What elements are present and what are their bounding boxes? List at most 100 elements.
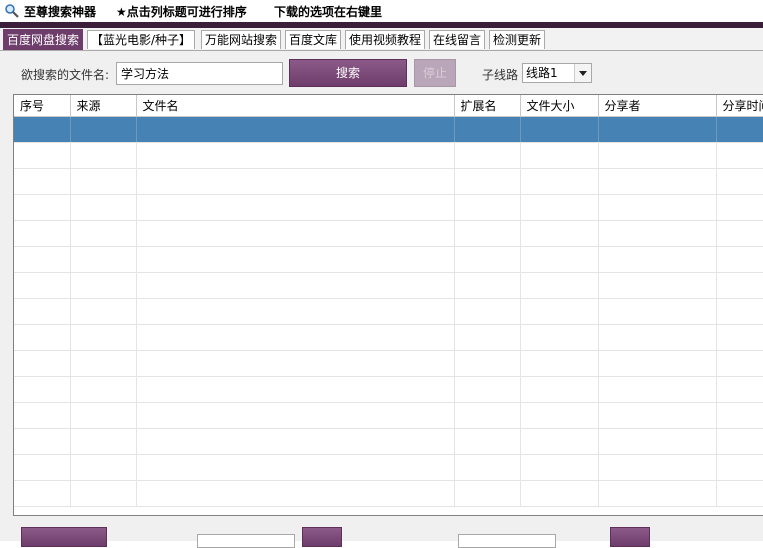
table-cell [14,480,71,507]
table-row[interactable] [14,428,763,455]
magnifier-icon [4,3,20,19]
col-header-extension[interactable]: 扩展名 [454,95,521,117]
table-cell [136,298,455,325]
table-cell [520,142,599,169]
table-cell [454,168,521,195]
table-cell [520,220,599,247]
table-cell [136,480,455,507]
sort-hint: ★点击列标题可进行排序 [116,5,247,19]
chevron-down-icon[interactable] [574,64,591,82]
results-table[interactable]: 序号 来源 文件名 扩展名 文件大小 分享者 分享时间 [13,94,763,516]
tab-bluray-movies[interactable]: 【蓝光电影/种子】 [87,30,196,49]
table-cell [454,350,521,377]
table-cell [70,220,137,247]
table-cell [14,272,71,299]
tab-universal-site-search[interactable]: 万能网站搜索 [201,30,282,49]
tab-online-message[interactable]: 在线留言 [429,30,486,49]
table-cell [136,454,455,481]
table-cell [14,142,71,169]
table-cell [520,480,599,507]
table-cell [716,402,763,429]
table-cell [454,116,521,143]
table-cell [70,246,137,273]
table-row[interactable] [14,168,763,195]
table-row[interactable] [14,116,763,143]
tab-check-update[interactable]: 检测更新 [489,30,546,49]
table-cell [454,298,521,325]
table-cell [520,194,599,221]
col-header-source[interactable]: 来源 [70,95,137,117]
table-cell [70,272,137,299]
table-cell [716,298,763,325]
table-row[interactable] [14,402,763,429]
table-cell [454,480,521,507]
col-header-sharer[interactable]: 分享者 [598,95,717,117]
app-title: 至尊搜索神器 [24,5,97,19]
table-cell [598,480,717,507]
search-button[interactable]: 搜索 [289,59,407,87]
table-cell [136,272,455,299]
table-cell [136,376,455,403]
table-cell [454,376,521,403]
table-header-row: 序号 来源 文件名 扩展名 文件大小 分享者 分享时间 [14,95,763,117]
title-bar: 至尊搜索神器 ★点击列标题可进行排序 下载的选项在右键里 [0,0,763,22]
table-row[interactable] [14,220,763,247]
table-cell [136,246,455,273]
bottom-action-button-3[interactable] [610,527,650,547]
table-cell [14,194,71,221]
table-cell [70,376,137,403]
table-cell [520,116,599,143]
table-row[interactable] [14,454,763,481]
route-select-value: 线路1 [526,66,558,80]
route-select[interactable]: 线路1 [522,63,592,83]
table-cell [598,272,717,299]
table-row[interactable] [14,376,763,403]
table-cell [598,194,717,221]
table-cell [70,168,137,195]
table-row[interactable] [14,272,763,299]
col-header-index[interactable]: 序号 [14,95,71,117]
table-cell [136,142,455,169]
table-cell [136,194,455,221]
table-row[interactable] [14,350,763,377]
tab-baidu-pan-search[interactable]: 百度网盘搜索 [3,29,84,50]
route-label: 子线路 [482,68,519,82]
table-cell [454,272,521,299]
table-cell [520,298,599,325]
table-row[interactable] [14,142,763,169]
bottom-action-button-1[interactable] [21,527,107,547]
bottom-input-1[interactable] [197,534,295,548]
table-cell [136,350,455,377]
table-row[interactable] [14,324,763,351]
table-cell [598,168,717,195]
table-cell [716,272,763,299]
bottom-input-2[interactable] [458,534,556,548]
col-header-filename[interactable]: 文件名 [136,95,455,117]
table-cell [520,428,599,455]
table-cell [14,168,71,195]
col-header-share-time[interactable]: 分享时间 [716,95,763,117]
search-input[interactable] [116,62,283,85]
bottom-action-button-2[interactable] [302,527,342,547]
table-cell [14,246,71,273]
table-row[interactable] [14,246,763,273]
table-cell [70,402,137,429]
table-cell [520,350,599,377]
table-cell [520,454,599,481]
tab-video-tutorial[interactable]: 使用视频教程 [345,30,426,49]
table-cell [136,324,455,351]
download-hint: 下载的选项在右键里 [274,5,383,19]
table-cell [454,246,521,273]
table-cell [598,402,717,429]
tab-baidu-wenku[interactable]: 百度文库 [285,30,342,49]
table-cell [716,428,763,455]
col-header-filesize[interactable]: 文件大小 [520,95,599,117]
table-cell [136,402,455,429]
stop-button[interactable]: 停止 [414,59,456,87]
table-cell [716,376,763,403]
table-cell [716,142,763,169]
table-cell [454,220,521,247]
table-row[interactable] [14,194,763,221]
table-row[interactable] [14,480,763,507]
table-row[interactable] [14,298,763,325]
